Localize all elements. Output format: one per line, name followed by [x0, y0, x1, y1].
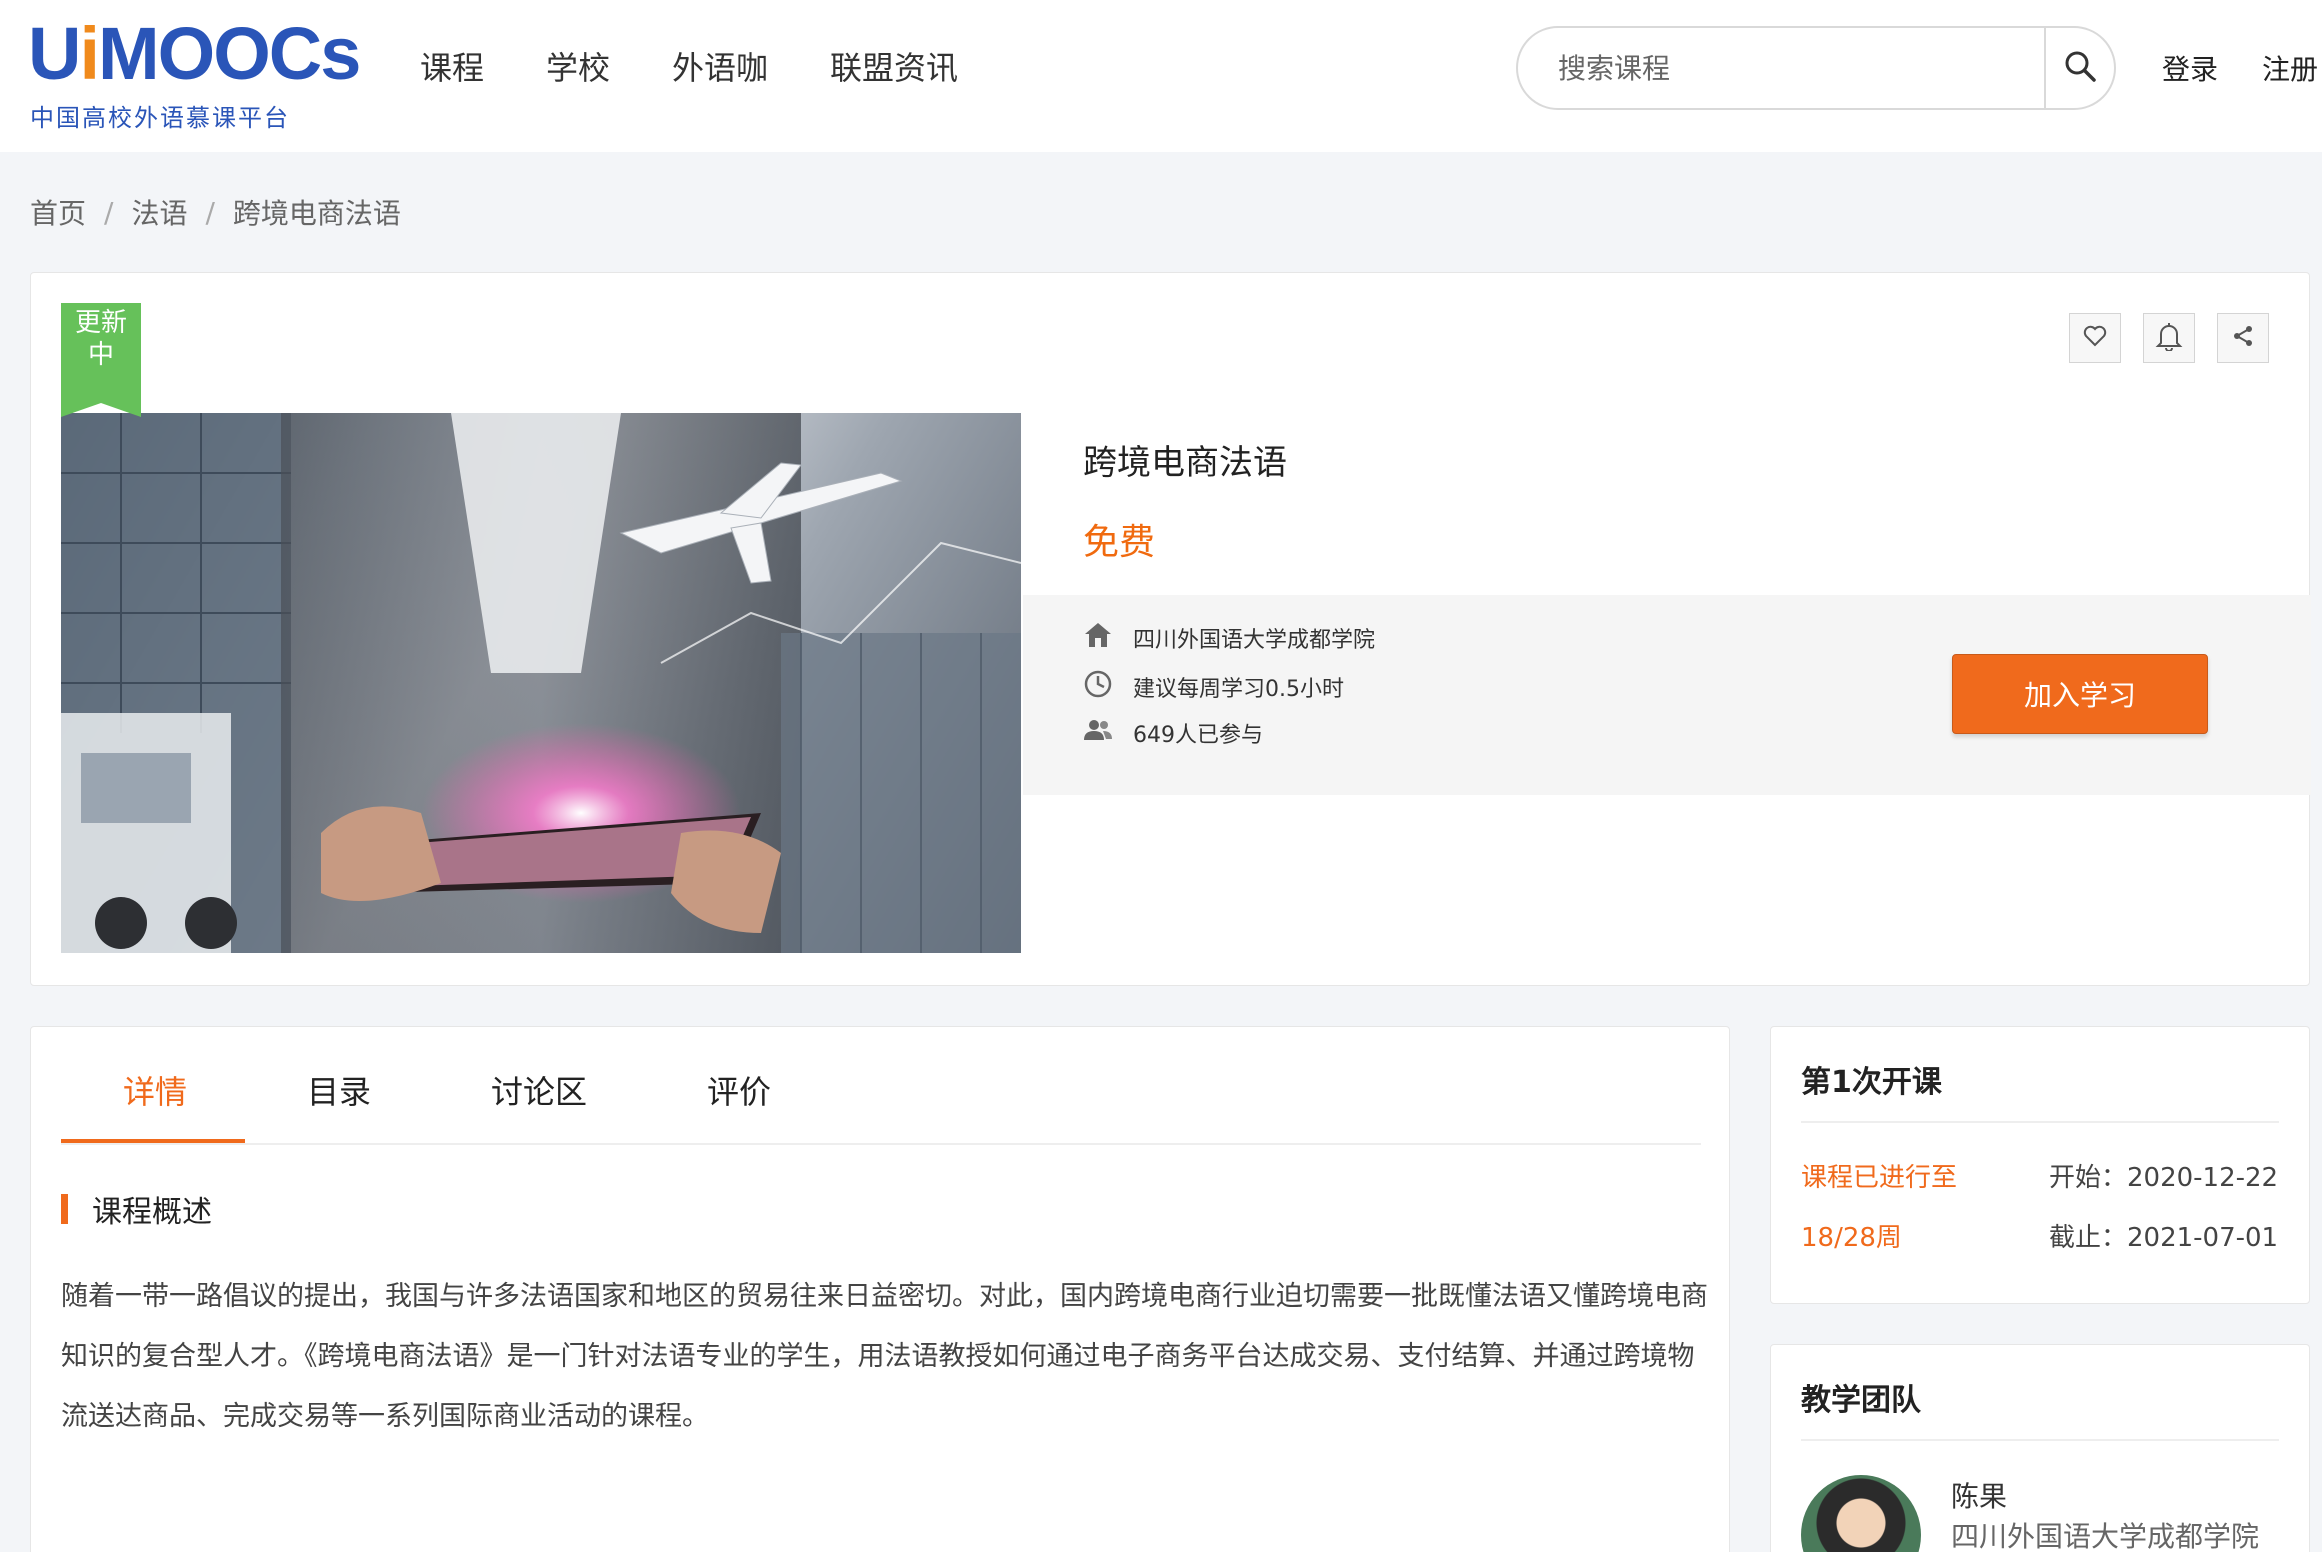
- join-course-button[interactable]: 加入学习: [1952, 654, 2208, 734]
- divider: [1801, 1121, 2279, 1123]
- breadcrumb-separator: /: [104, 195, 114, 229]
- teacher-avatar[interactable]: [1801, 1475, 1921, 1552]
- tab-catalog[interactable]: 目录: [307, 1067, 371, 1113]
- course-card: 更新 中 跨境电商法语 免费 四川外国语大学成都学院 建议每周学习0.5小时 6…: [30, 272, 2311, 986]
- site-logo[interactable]: UiMOOCs 中国高校外语慕课平台: [28, 14, 361, 133]
- nav-item-alliance-news[interactable]: 联盟资讯: [830, 44, 958, 92]
- share-button[interactable]: [2217, 313, 2269, 363]
- logo-wordmark: UiMOOCs: [28, 12, 361, 95]
- status-badge: 更新 中: [61, 303, 141, 417]
- breadcrumb-current: 跨境电商法语: [232, 197, 401, 230]
- course-title: 跨境电商法语: [1083, 443, 1287, 483]
- breadcrumb-home[interactable]: 首页: [30, 192, 86, 232]
- course-detail-panel: 详情 目录 讨论区 评价 课程概述 随着一带一路倡议的提出，我国与许多法语国家和…: [30, 1026, 1730, 1552]
- teacher-organization: 四川外国语大学成都学院: [1951, 1520, 2260, 1552]
- register-link[interactable]: 注册: [2262, 48, 2318, 88]
- course-participants: 649人已参与: [1083, 717, 1263, 749]
- participant-count: 649人已参与: [1133, 723, 1263, 748]
- course-weekly-effort: 建议每周学习0.5小时: [1083, 669, 1344, 705]
- share-icon: [2231, 324, 2255, 352]
- overview-title: 课程概述: [92, 1195, 212, 1230]
- overview-text: 随着一带一路倡议的提出，我国与许多法语国家和地区的贸易往来日益密切。对此，国内跨…: [61, 1281, 1708, 1432]
- breadcrumb-separator: /: [205, 195, 215, 229]
- search-button[interactable]: [2044, 28, 2114, 108]
- tab-details[interactable]: 详情: [123, 1067, 187, 1113]
- nav-item-foreign-language-cafe[interactable]: 外语咖: [672, 44, 768, 92]
- detail-tabs: 详情 目录 讨论区 评价: [61, 1027, 1701, 1145]
- course-cover-image: [61, 413, 1021, 953]
- top-header: UiMOOCs 中国高校外语慕课平台 课程 学校 外语咖 联盟资讯 登录 注册: [0, 0, 2322, 152]
- session-start-date: 开始：2020-12-22: [2049, 1163, 2279, 1193]
- heart-icon: [2083, 325, 2107, 351]
- progress-label: 课程已进行至: [1801, 1163, 1958, 1193]
- progress-value: 18/28周: [1801, 1223, 1902, 1253]
- breadcrumb-category[interactable]: 法语: [131, 192, 187, 232]
- overview-heading: 课程概述: [61, 1187, 212, 1231]
- notify-button[interactable]: [2143, 313, 2195, 363]
- session-end-date: 截止：2021-07-01: [2049, 1223, 2279, 1253]
- heading-accent-bar: [61, 1194, 68, 1224]
- home-icon: [1083, 621, 1133, 655]
- session-panel: 第1次开课 课程已进行至 18/28周 开始：2020-12-22 截止：202…: [1770, 1026, 2310, 1304]
- teaching-team-panel: 教学团队 陈果 四川外国语大学成都学院: [1770, 1344, 2310, 1552]
- logo-subtitle: 中国高校外语慕课平台: [30, 104, 290, 132]
- nav-item-schools[interactable]: 学校: [546, 44, 610, 92]
- session-title: 第1次开课: [1801, 1065, 1942, 1100]
- divider: [1801, 1439, 2279, 1441]
- main-nav: 课程 学校 外语咖 联盟资讯: [420, 44, 1020, 92]
- course-price: 免费: [1083, 522, 1156, 563]
- course-school: 四川外国语大学成都学院: [1083, 621, 1375, 655]
- favorite-button[interactable]: [2069, 313, 2121, 363]
- users-icon: [1083, 718, 1133, 748]
- search-box: [1516, 26, 2116, 110]
- teacher-name[interactable]: 陈果: [1951, 1475, 2007, 1515]
- search-input[interactable]: [1558, 46, 2028, 90]
- team-title: 教学团队: [1801, 1383, 1921, 1418]
- tab-discussion[interactable]: 讨论区: [491, 1067, 587, 1113]
- breadcrumb: 首页 / 法语 / 跨境电商法语: [30, 192, 401, 232]
- bell-icon: [2155, 321, 2183, 355]
- weekly-hours: 建议每周学习0.5小时: [1133, 677, 1344, 702]
- login-link[interactable]: 登录: [2162, 48, 2218, 88]
- clock-icon: [1083, 669, 1133, 705]
- active-tab-indicator: [61, 1139, 245, 1143]
- tab-reviews[interactable]: 评价: [707, 1067, 771, 1113]
- nav-item-courses[interactable]: 课程: [420, 44, 484, 92]
- school-name[interactable]: 四川外国语大学成都学院: [1133, 622, 1375, 654]
- search-icon: [2063, 49, 2097, 87]
